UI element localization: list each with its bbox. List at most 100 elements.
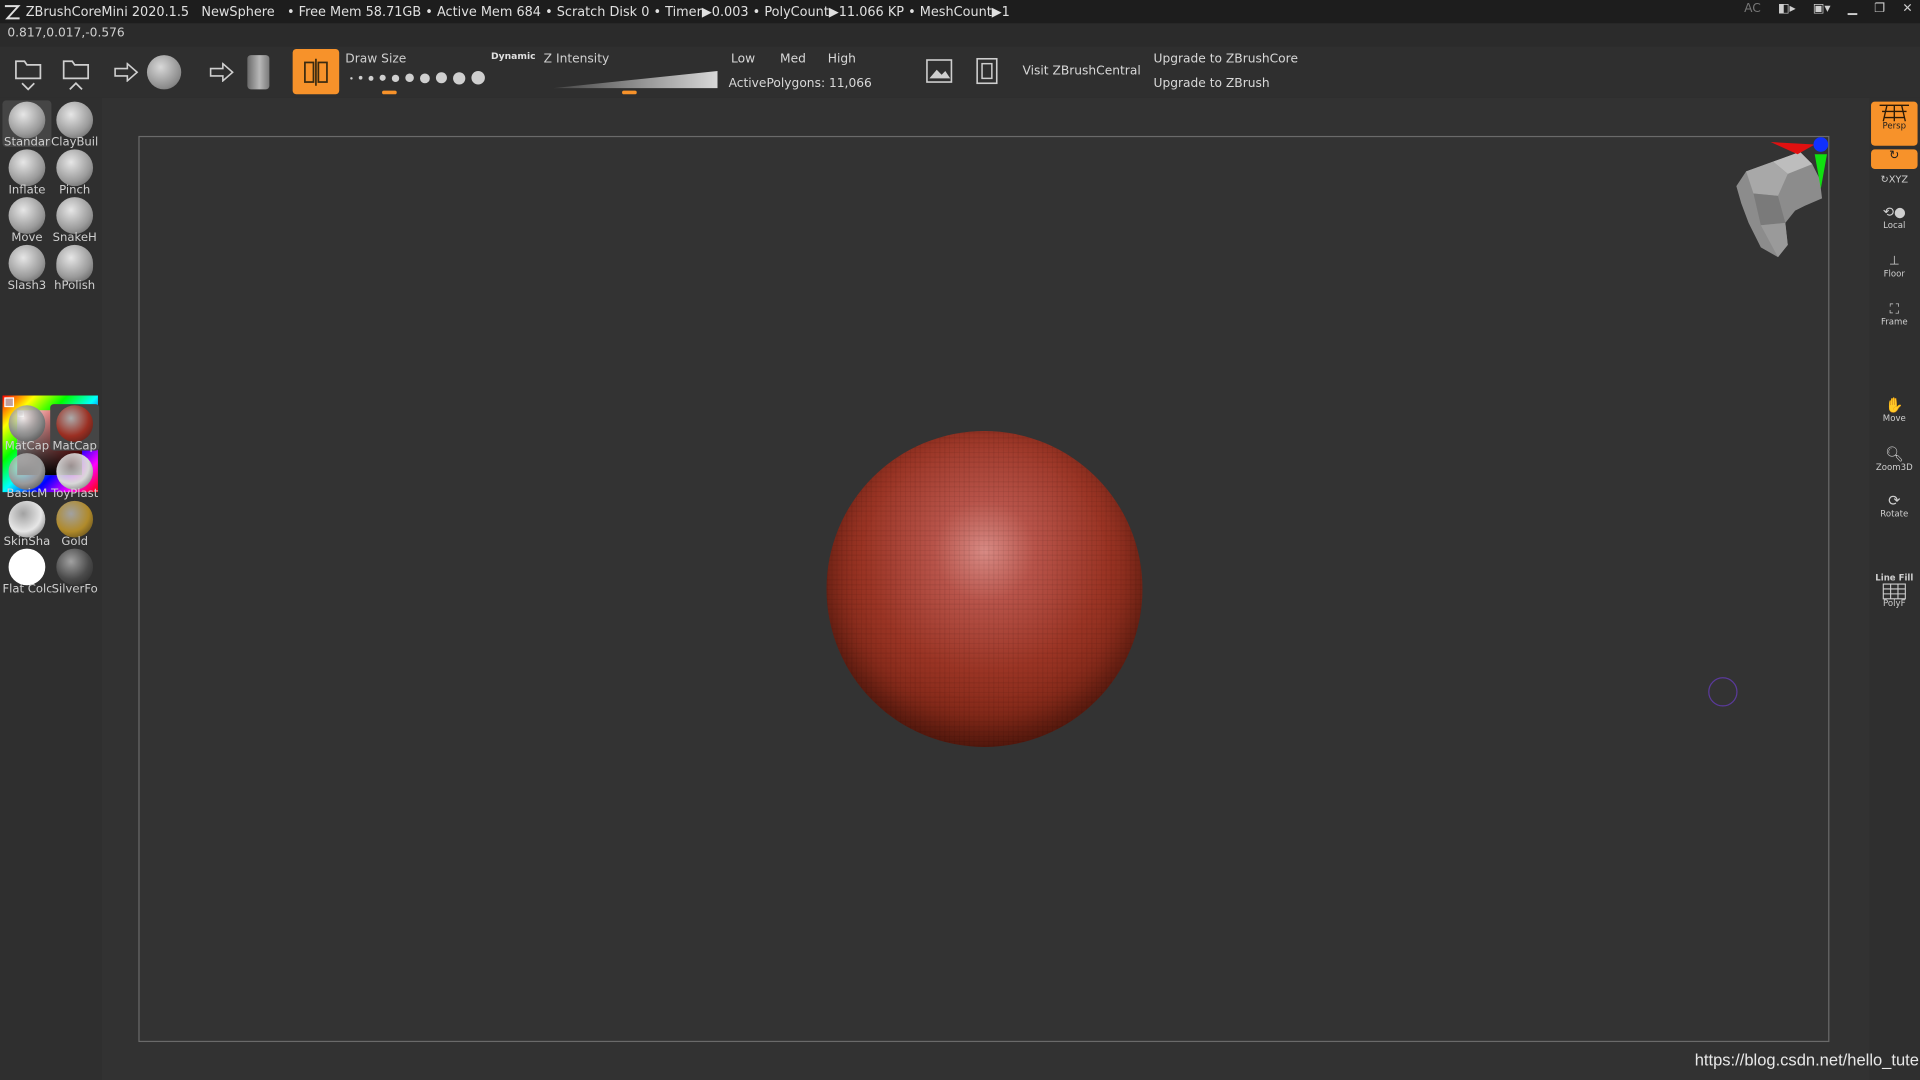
- dynamic-toggle[interactable]: Dynamic: [491, 50, 536, 61]
- zoom3d-label: Zoom3D: [1875, 462, 1913, 473]
- med-button[interactable]: Med: [780, 53, 806, 66]
- layout-icon[interactable]: ◧▸: [1778, 2, 1796, 15]
- app-title: ZBrushCoreMini 2020.1.5: [25, 4, 190, 19]
- material-sphere-icon: [56, 405, 94, 443]
- xyz-label: XYZ: [1888, 173, 1909, 185]
- brush-slash3[interactable]: Slash3: [2, 244, 51, 293]
- high-button[interactable]: High: [828, 53, 856, 66]
- material-sphere-icon: [8, 548, 46, 586]
- frame-icon: ⛶: [1889, 301, 1900, 318]
- floor-toggle-button[interactable]: ↻: [1871, 149, 1918, 169]
- material-sphere-icon: [56, 453, 94, 490]
- navigation-head-icon[interactable]: [1724, 137, 1832, 264]
- material-4[interactable]: SkinSha: [2, 500, 51, 549]
- symmetry-icon: [304, 58, 328, 86]
- save-file-icon[interactable]: [58, 51, 95, 93]
- brush-move[interactable]: Move: [2, 196, 51, 245]
- polyf-label: PolyF: [1883, 598, 1906, 609]
- material-0[interactable]: MatCap: [2, 404, 51, 453]
- linefill-button[interactable]: Line Fill PolyF: [1871, 573, 1918, 615]
- frame-button[interactable]: ⛶ Frame: [1871, 301, 1918, 333]
- material-sphere-icon: [56, 548, 94, 586]
- upgrade-core-button[interactable]: Upgrade to ZBrushCore: [1153, 53, 1298, 66]
- draw-size-marker: [382, 90, 397, 95]
- move-label: Move: [1882, 413, 1906, 424]
- upgrade-zbrush-button[interactable]: Upgrade to ZBrush: [1153, 77, 1269, 90]
- visit-zbrushcentral-button[interactable]: Visit ZBrushCentral: [1022, 65, 1140, 78]
- material-6[interactable]: Flat Colc: [2, 547, 52, 597]
- material-sphere-icon: [56, 500, 94, 538]
- material-label: Flat Colc: [2, 582, 52, 597]
- close-icon[interactable]: ✕: [1902, 2, 1912, 15]
- brush-icon: [56, 244, 94, 282]
- material-2[interactable]: BasicM: [2, 452, 51, 501]
- minimize-icon[interactable]: ▁: [1848, 2, 1857, 15]
- watermark: https://blog.csdn.net/hello_tute: [1694, 1050, 1919, 1069]
- brush-icon: [56, 149, 94, 187]
- active-polygons: ActivePolygons: 11,066: [728, 77, 872, 91]
- sphere-mesh[interactable]: [826, 431, 1143, 747]
- brush-hpolish[interactable]: hPolish: [50, 244, 99, 293]
- material-3[interactable]: ToyPlast: [50, 452, 99, 501]
- brush-standar[interactable]: Standar: [2, 100, 52, 149]
- top-shelf: Draw Size Dynamic Z Intensity Low Med Hi…: [0, 46, 1920, 98]
- local-button[interactable]: ⟲● Local: [1871, 205, 1918, 235]
- brush-cursor: [1708, 677, 1738, 707]
- brush-claybuil[interactable]: ClayBuil: [50, 100, 99, 149]
- left-tray: Standar ClayBuil Inflate Pinch Move SnakeH Sla…: [0, 97, 102, 1080]
- brush-icon: [56, 197, 94, 234]
- brush-icon: [8, 244, 46, 282]
- low-button[interactable]: Low: [731, 53, 755, 66]
- cylinder-tool-icon[interactable]: [244, 53, 273, 92]
- rotate-button[interactable]: ⟳ Rotate: [1871, 492, 1918, 524]
- title-bar: ZBrushCoreMini 2020.1.5 NewSphere • Free…: [0, 0, 1920, 24]
- rotate-small-icon: ↻: [1889, 149, 1900, 163]
- material-1[interactable]: MatCap: [50, 404, 100, 453]
- draw-size-slider[interactable]: [350, 71, 485, 85]
- insert-arrow-icon[interactable]: [208, 59, 235, 86]
- window-controls: AC ◧▸ ▣▾ ▁ ❐ ✕: [1744, 2, 1913, 15]
- open-file-icon[interactable]: [10, 51, 47, 93]
- symmetry-mode-button[interactable]: [292, 48, 340, 95]
- polyframe-grid-icon: [1882, 583, 1906, 600]
- material-sphere-icon: [8, 405, 46, 443]
- floor-button[interactable]: ⊥ Floor: [1871, 255, 1918, 284]
- linefill-label: Line Fill: [1875, 573, 1914, 583]
- brush-icon: [56, 101, 94, 139]
- z-intensity-label: Z Intensity: [543, 52, 610, 67]
- doc-icon[interactable]: [972, 56, 1001, 85]
- material-7[interactable]: SilverFo: [50, 547, 99, 596]
- move-view-button[interactable]: ✋ Move: [1871, 397, 1918, 429]
- sphere-tool-icon[interactable]: [144, 53, 183, 92]
- zoom3d-button[interactable]: 🔍︎ Zoom3D: [1871, 446, 1918, 478]
- cursor-coordinates: 0.817,0.017,-0.576: [7, 26, 125, 41]
- brush-snakeh[interactable]: SnakeH: [50, 196, 99, 245]
- maximize-icon[interactable]: ❐: [1874, 2, 1885, 15]
- xyz-button[interactable]: ↻XYZ: [1871, 174, 1918, 196]
- ac-label[interactable]: AC: [1744, 2, 1761, 15]
- z-intensity-slider[interactable]: [553, 67, 718, 89]
- zbrush-logo-icon: [4, 4, 21, 19]
- brush-icon: [8, 101, 46, 139]
- status-stats: • Free Mem 58.71GB • Active Mem 684 • Sc…: [286, 4, 1010, 19]
- zoom-icon: 🔍︎: [1884, 445, 1904, 463]
- floor-icon: ⊥: [1888, 254, 1900, 269]
- brush-label: Slash3: [7, 279, 47, 293]
- brush-icon: [8, 197, 46, 234]
- brush-inflate[interactable]: Inflate: [2, 148, 51, 197]
- brush-label: hPolish: [54, 279, 96, 293]
- floor-label: Floor: [1883, 269, 1905, 280]
- zbrush-window: ZBrushCoreMini 2020.1.5 NewSphere • Free…: [0, 0, 1920, 1080]
- material-sphere-icon: [8, 453, 46, 490]
- persp-button[interactable]: Persp: [1871, 101, 1918, 146]
- image-icon[interactable]: [924, 56, 953, 85]
- brush-pinch[interactable]: Pinch: [50, 148, 99, 197]
- rotate-label: Rotate: [1880, 509, 1909, 520]
- brush-icon: [8, 149, 46, 187]
- append-arrow-icon[interactable]: [113, 59, 140, 86]
- material-5[interactable]: Gold: [50, 500, 99, 549]
- local-label: Local: [1883, 220, 1906, 231]
- document-name: NewSphere: [201, 4, 275, 19]
- menu-layout-icon[interactable]: ▣▾: [1813, 2, 1831, 15]
- z-intensity-marker: [622, 90, 638, 95]
